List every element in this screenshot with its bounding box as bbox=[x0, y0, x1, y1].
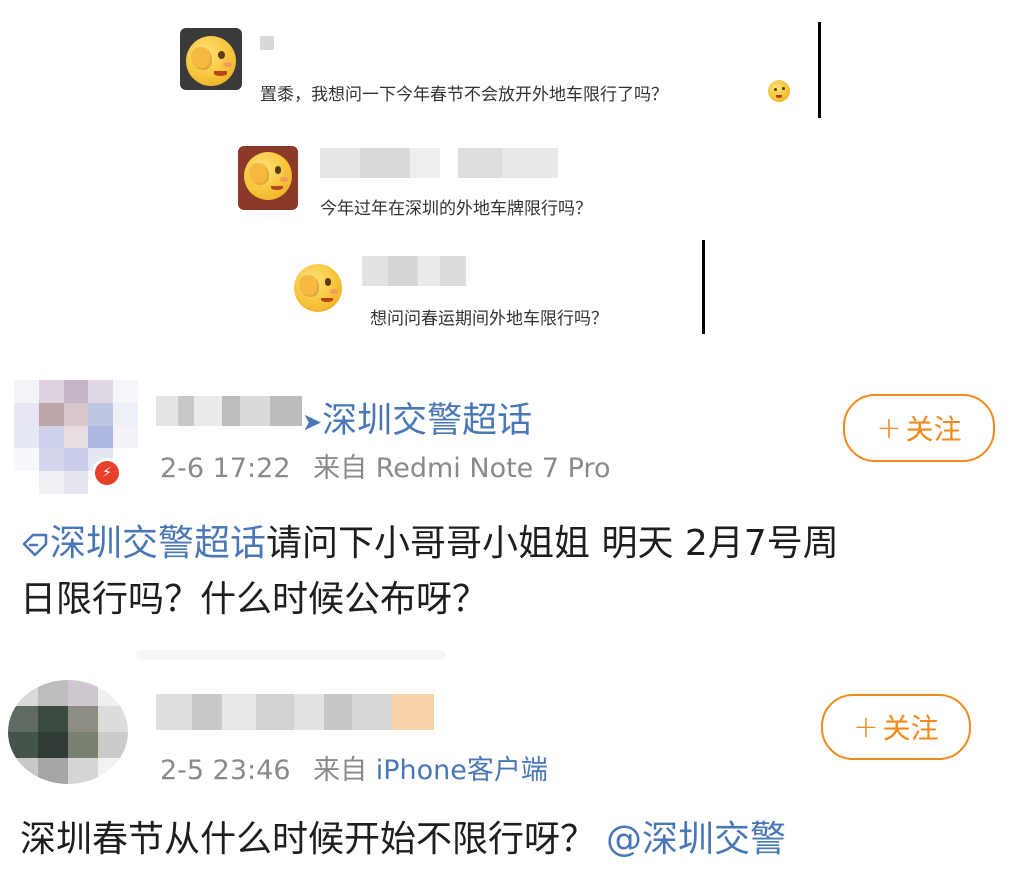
facepalm-emoji-icon bbox=[294, 264, 342, 312]
commenter-avatar[interactable] bbox=[238, 146, 298, 210]
plus-icon: + bbox=[853, 709, 879, 745]
username-blurred bbox=[260, 36, 274, 50]
faded-element bbox=[136, 650, 446, 660]
post-meta: 2-5 23:46 来自 iPhone客户端 bbox=[160, 748, 548, 787]
avatar[interactable] bbox=[8, 680, 128, 784]
shy-smile-emoji-icon bbox=[768, 80, 790, 102]
post-source: Redmi Note 7 Pro bbox=[375, 453, 611, 484]
comment-text: 今年过年在深圳的外地车牌限行吗？ bbox=[320, 199, 592, 219]
super-topic-arrow-icon: ➤ bbox=[302, 408, 323, 436]
super-topic-diamond-icon bbox=[22, 533, 48, 557]
comment-text: 想问问春运期间外地车限行吗？ bbox=[370, 309, 608, 329]
post-body: 深圳交警超话请问下小哥哥小姐姐 明天 2月7号周 日限行吗？什么时候公布呀？ bbox=[20, 516, 1000, 628]
post-body: 深圳春节从什么时候开始不限行呀？ @深圳交警 bbox=[20, 812, 1000, 868]
post-text: 深圳春节从什么时候开始不限行呀？ bbox=[20, 819, 597, 860]
post-source[interactable]: iPhone客户端 bbox=[376, 755, 548, 786]
post-text-line2: 日限行吗？什么时候公布呀？ bbox=[20, 579, 489, 620]
source-prefix: 来自 bbox=[313, 755, 368, 786]
facepalm-emoji-icon bbox=[244, 152, 292, 200]
username-blurred bbox=[362, 256, 466, 286]
commenter-avatar[interactable] bbox=[180, 28, 242, 90]
facepalm-emoji-icon bbox=[186, 36, 236, 86]
post-time: 2-6 17:22 bbox=[160, 453, 291, 484]
username-blurred bbox=[156, 694, 434, 730]
super-topic-link[interactable]: 深圳交警超话 bbox=[20, 523, 266, 564]
super-topic-tag[interactable]: ➤深圳交警超话 bbox=[302, 392, 532, 443]
follow-button[interactable]: + 关注 bbox=[843, 394, 995, 462]
username-blurred bbox=[320, 148, 558, 178]
source-prefix: 来自 bbox=[313, 453, 368, 484]
post-meta: 2-6 17:22 来自 Redmi Note 7 Pro bbox=[160, 446, 610, 485]
mention-link[interactable]: @深圳交警 bbox=[606, 819, 786, 860]
comment-text: 置黍，我想问一下今年春节不会放开外地车限行了吗？ bbox=[260, 85, 668, 105]
username-blurred bbox=[156, 396, 302, 426]
post-text-line1: 请问下小哥哥小姐姐 明天 2月7号周 bbox=[266, 523, 839, 564]
divider-bar bbox=[702, 240, 705, 334]
comment-snippet-1: 置黍，我想问一下今年春节不会放开外地车限行了吗？ bbox=[172, 22, 822, 120]
divider-bar bbox=[818, 22, 821, 118]
verified-badge-icon: ⚡ bbox=[92, 458, 122, 488]
plus-icon: + bbox=[876, 410, 902, 446]
comment-snippet-2: 今年过年在深圳的外地车牌限行吗？ bbox=[232, 136, 672, 228]
post-time: 2-5 23:46 bbox=[160, 755, 291, 786]
comment-snippet-3: 想问问春运期间外地车限行吗？ bbox=[286, 244, 706, 334]
follow-button[interactable]: + 关注 bbox=[821, 694, 971, 760]
